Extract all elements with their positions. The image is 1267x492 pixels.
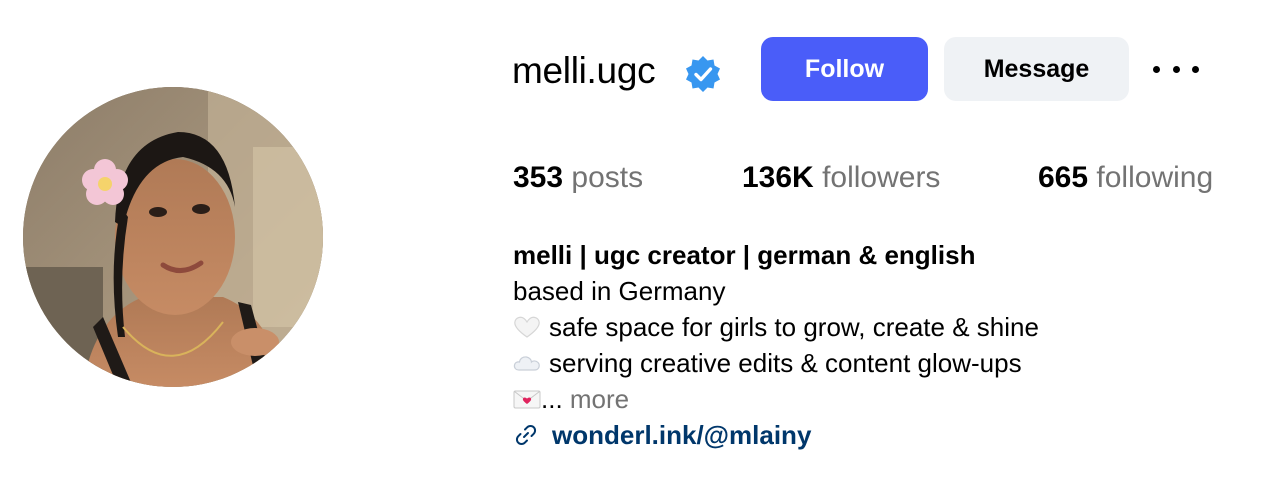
- followers-number: 136K: [742, 161, 814, 194]
- profile-avatar[interactable]: [23, 87, 323, 387]
- following-link[interactable]: 665 following: [1038, 159, 1213, 197]
- avatar-image: [23, 87, 323, 387]
- profile-bio: melli | ugc creator | german & english b…: [513, 237, 1253, 453]
- followers-link[interactable]: 136K followers: [742, 159, 940, 197]
- followers-label: followers: [822, 161, 941, 194]
- link-icon: [515, 424, 537, 446]
- following-label: following: [1096, 161, 1214, 194]
- white-heart-icon: [514, 316, 540, 338]
- bio-external-link[interactable]: wonderl.ink/@mlainy: [513, 417, 1253, 453]
- cloud-icon: [513, 356, 540, 371]
- posts-count: 353 posts: [513, 159, 643, 197]
- bio-location: based in Germany: [513, 276, 726, 306]
- posts-label: posts: [571, 161, 644, 194]
- bio-line-cloud-text: serving creative edits & content glow-up…: [549, 348, 1022, 378]
- bio-link-text: wonderl.ink/@mlainy: [552, 420, 812, 450]
- bio-line-heart-text: safe space for girls to grow, create & s…: [549, 312, 1039, 342]
- bio-line-mail: ... more: [513, 381, 1253, 417]
- bio-line-cloud: serving creative edits & content glow-up…: [513, 345, 1253, 381]
- verified-badge-icon: [686, 56, 720, 92]
- dot: [1172, 65, 1180, 73]
- more-options-icon[interactable]: [1153, 54, 1199, 84]
- message-button[interactable]: Message: [944, 37, 1129, 101]
- bio-full-name: melli | ugc creator | german & english: [513, 240, 976, 270]
- follow-button[interactable]: Follow: [761, 37, 928, 101]
- dot: [1153, 65, 1160, 73]
- love-letter-icon: [513, 390, 541, 409]
- profile-username: melli.ugc: [512, 50, 656, 91]
- posts-number: 353: [513, 161, 564, 194]
- bio-more-button[interactable]: more: [563, 384, 629, 414]
- dot: [1192, 65, 1199, 73]
- bio-truncated-ellipsis: ...: [541, 384, 563, 414]
- bio-line-heart: safe space for girls to grow, create & s…: [513, 309, 1253, 345]
- following-number: 665: [1038, 161, 1089, 194]
